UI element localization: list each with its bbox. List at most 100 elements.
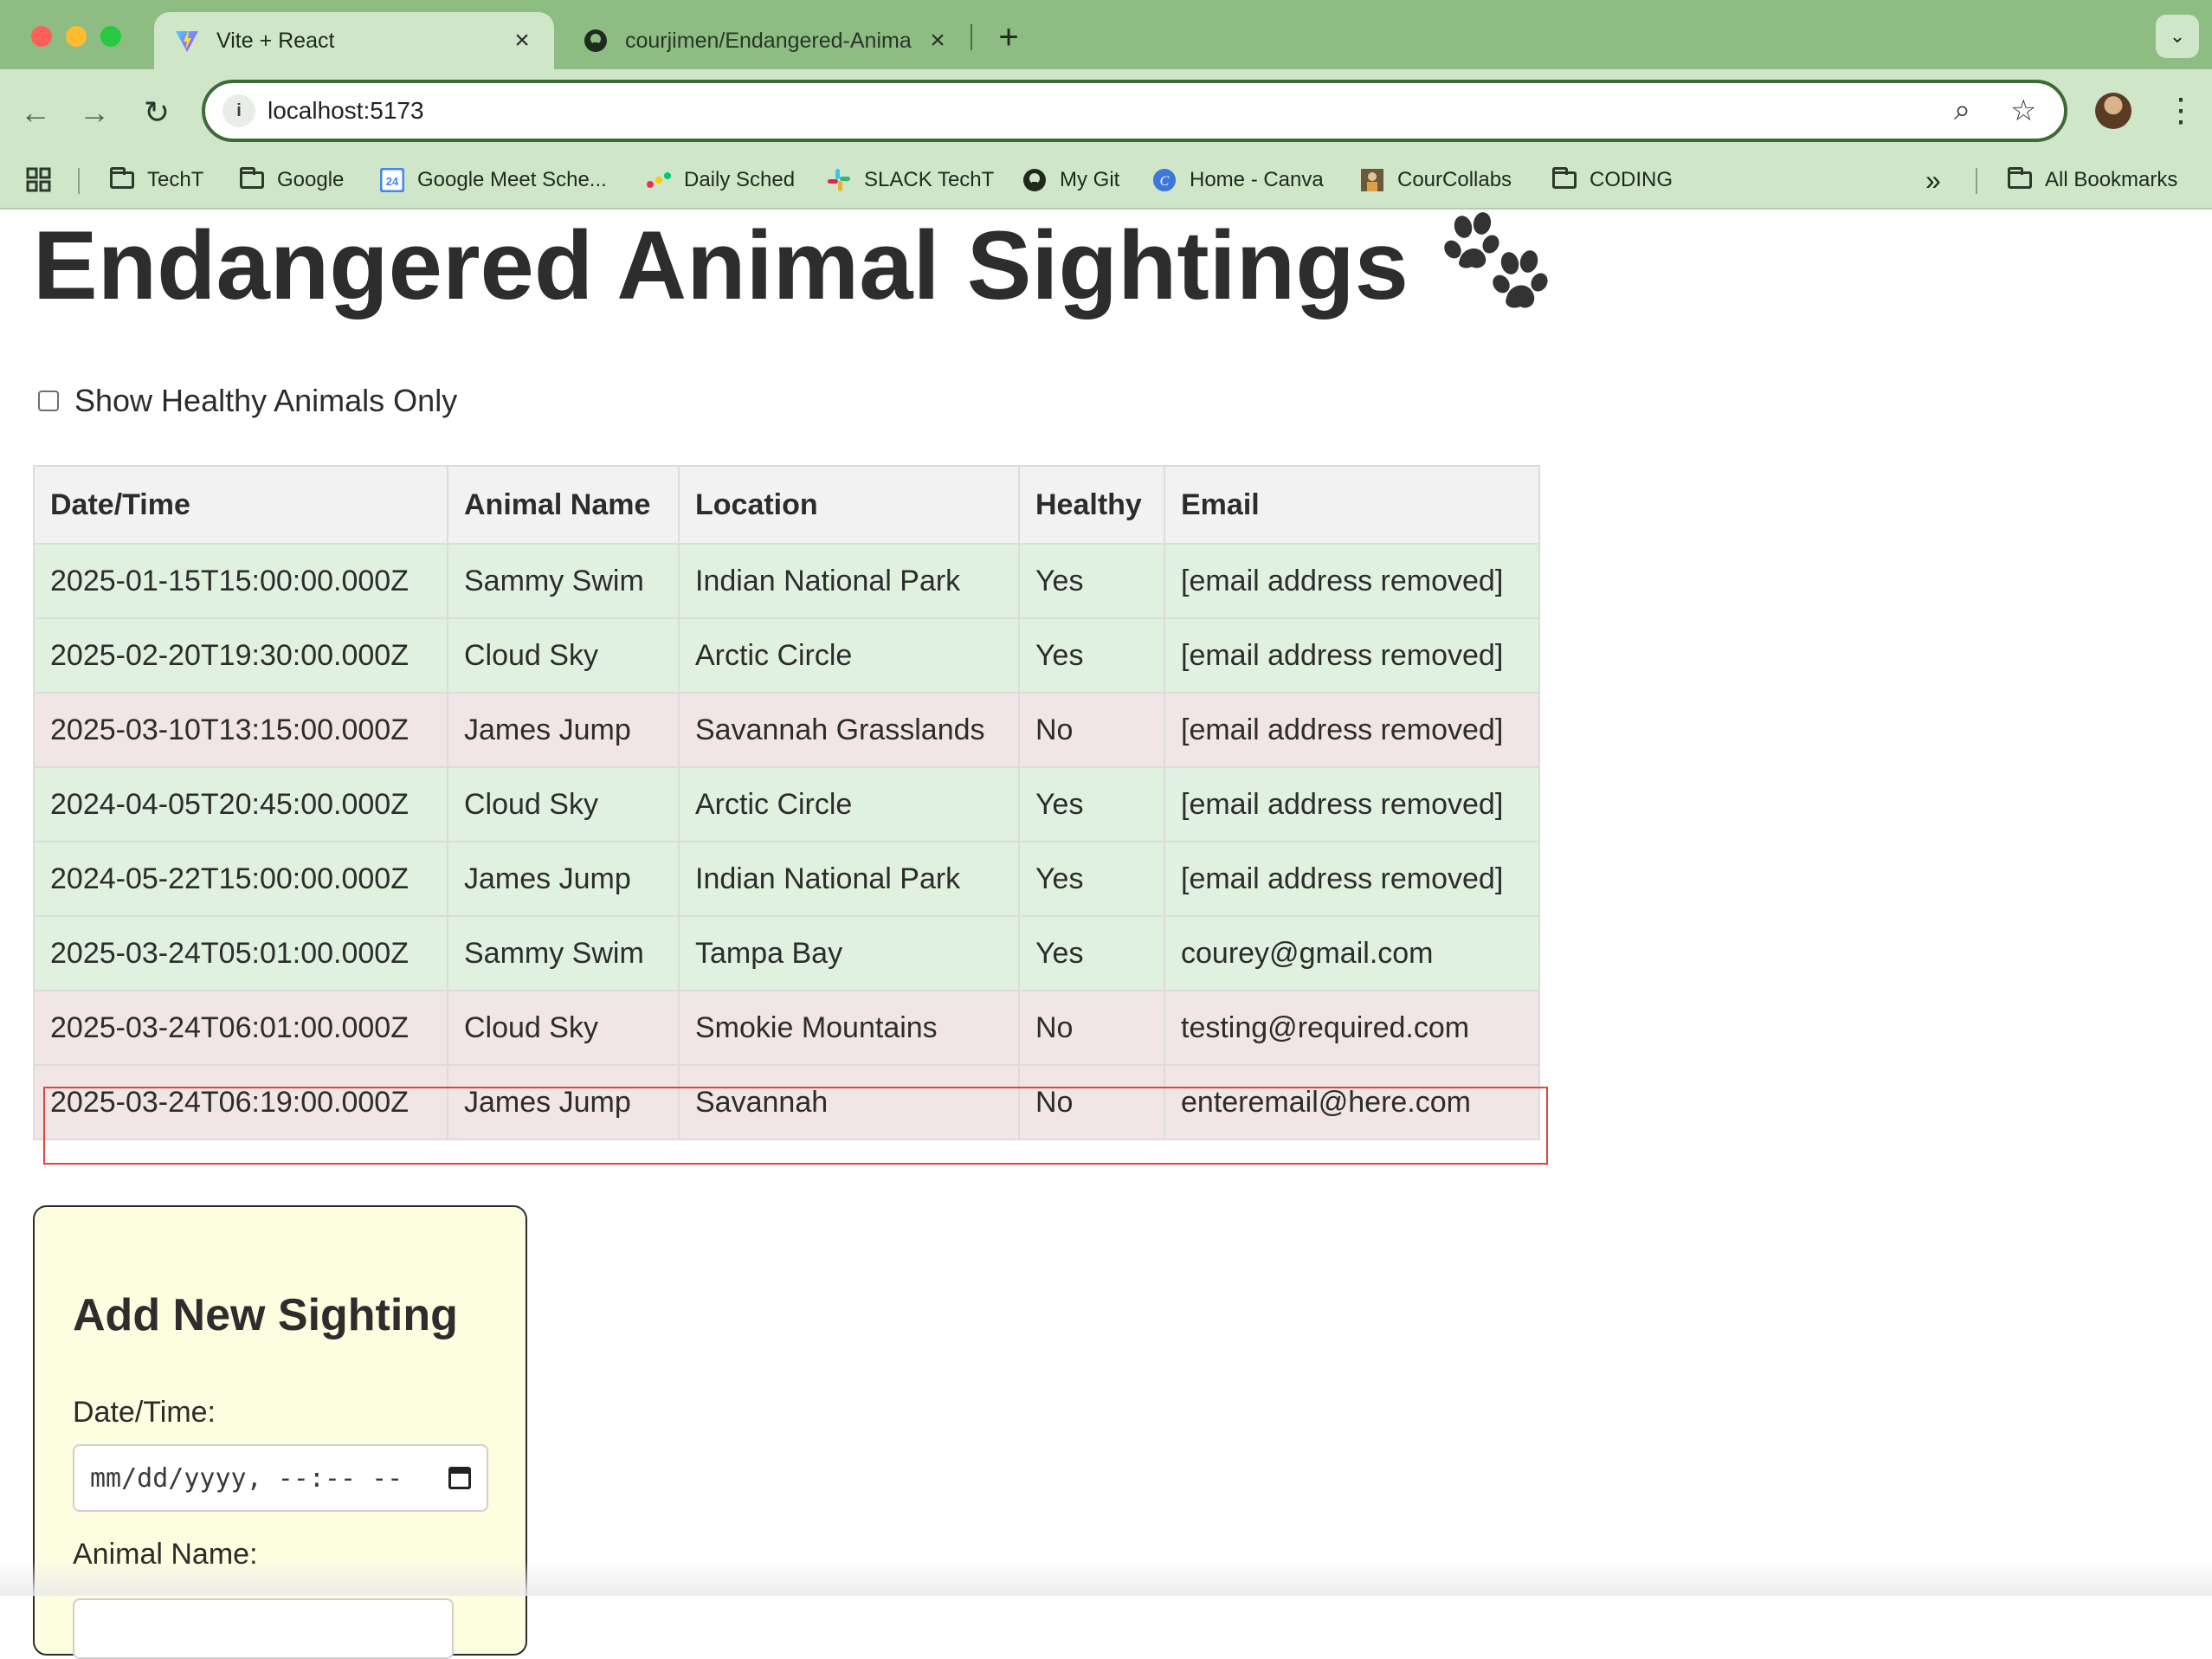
- datetime-placeholder: mm/dd/yyyy, --:-- --: [90, 1462, 403, 1494]
- cell-healthy: Yes: [1018, 915, 1165, 991]
- tab-vite-react[interactable]: Vite + React ×: [154, 12, 554, 69]
- cell-animal-name: James Jump: [447, 692, 680, 768]
- cell-location: Arctic Circle: [678, 617, 1020, 694]
- cell-datetime: 2025-03-10T13:15:00.000Z: [33, 692, 448, 768]
- cell-animal-name: Cloud Sky: [447, 617, 680, 694]
- canva-icon: C: [1151, 167, 1177, 193]
- cell-location: Smokie Mountains: [678, 990, 1020, 1066]
- table-row: 2024-05-22T15:00:00.000Z James Jump Indi…: [33, 841, 1540, 917]
- address-bar[interactable]: i localhost:5173 ⌕ ☆: [202, 80, 2067, 142]
- all-bookmarks-label: All Bookmarks: [2045, 168, 2178, 191]
- cell-location: Savannah: [678, 1064, 1020, 1140]
- cell-healthy: No: [1018, 1064, 1165, 1140]
- all-bookmarks-button[interactable]: All Bookmarks: [2007, 152, 2177, 208]
- folder-icon: [2007, 167, 2033, 193]
- profile-icon: [1359, 167, 1385, 193]
- tab-title: Vite + React: [216, 28, 335, 53]
- cell-datetime: 2025-03-24T05:01:00.000Z: [33, 915, 448, 991]
- bookmark-label: Home - Canva: [1190, 168, 1324, 191]
- window-minimize-button[interactable]: [66, 26, 87, 47]
- cell-animal-name: Cloud Sky: [447, 766, 680, 842]
- cell-healthy: No: [1018, 990, 1165, 1066]
- tab-search-button[interactable]: ⌄: [2156, 15, 2199, 58]
- window-close-button[interactable]: [31, 26, 52, 47]
- url-text[interactable]: localhost:5173: [268, 97, 424, 125]
- tab-github-repo[interactable]: courjimen/Endangered-Anima ×: [563, 12, 970, 69]
- svg-text:24: 24: [386, 175, 399, 188]
- bookmark-techt[interactable]: TechT: [109, 152, 203, 208]
- calendar-icon: 24: [379, 167, 405, 193]
- bookmark-google-meet[interactable]: 24 Google Meet Sche...: [379, 152, 607, 208]
- table-row: 2025-03-24T06:19:00.000Z James Jump Sava…: [33, 1064, 1540, 1140]
- tab-close-icon[interactable]: ×: [509, 26, 535, 55]
- monday-icon: [646, 167, 672, 193]
- column-header-healthy: Healthy: [1018, 465, 1165, 545]
- bookmark-courcollabs[interactable]: CourCollabs: [1359, 152, 1512, 208]
- cell-datetime: 2025-03-24T06:19:00.000Z: [33, 1064, 448, 1140]
- forward-button[interactable]: →: [73, 91, 116, 134]
- cell-animal-name: Sammy Swim: [447, 543, 680, 619]
- folder-icon: [239, 167, 265, 193]
- zoom-icon[interactable]: ⌕: [1954, 94, 1970, 127]
- cell-email: [email address removed]: [1164, 692, 1540, 768]
- tab-title: courjimen/Endangered-Anima: [625, 28, 912, 53]
- profile-avatar[interactable]: [2095, 93, 2131, 129]
- tab-separator: [971, 24, 972, 50]
- bookmark-coding[interactable]: CODING: [1551, 152, 1673, 208]
- cell-datetime: 2025-02-20T19:30:00.000Z: [33, 617, 448, 694]
- cell-healthy: Yes: [1018, 766, 1165, 842]
- bookmark-slack-techt[interactable]: SLACK TechT: [826, 152, 994, 208]
- vite-icon: [173, 27, 201, 55]
- cell-healthy: Yes: [1018, 543, 1165, 619]
- healthy-filter-label: Show Healthy Animals Only: [74, 383, 458, 418]
- apps-grid-icon[interactable]: [26, 152, 52, 208]
- browser-menu-icon[interactable]: ⋮: [2164, 87, 2197, 135]
- sightings-table: Date/Time Animal Name Location Healthy E…: [33, 465, 1540, 1140]
- table-row: 2025-03-24T05:01:00.000Z Sammy Swim Tamp…: [33, 915, 1540, 991]
- bookmark-daily-sched[interactable]: Daily Sched: [646, 152, 795, 208]
- cell-location: Arctic Circle: [678, 766, 1020, 842]
- cell-animal-name: James Jump: [447, 841, 680, 917]
- calendar-icon[interactable]: [448, 1467, 471, 1489]
- folder-icon: [109, 167, 135, 193]
- bookmark-label: Google Meet Sche...: [417, 168, 607, 191]
- new-tab-button[interactable]: +: [987, 16, 1030, 59]
- healthy-filter-checkbox[interactable]: [38, 391, 59, 411]
- site-info-icon[interactable]: i: [222, 94, 255, 127]
- cell-healthy: Yes: [1018, 617, 1165, 694]
- cell-animal-name: Sammy Swim: [447, 915, 680, 991]
- cell-email: [email address removed]: [1164, 543, 1540, 619]
- cell-location: Tampa Bay: [678, 915, 1020, 991]
- cell-email: [email address removed]: [1164, 617, 1540, 694]
- bookmark-google[interactable]: Google: [239, 152, 344, 208]
- column-header-animal-name: Animal Name: [447, 465, 680, 545]
- table-row: 2025-01-15T15:00:00.000Z Sammy Swim Indi…: [33, 543, 1540, 619]
- bookmark-my-git[interactable]: My Git: [1022, 152, 1119, 208]
- window-maximize-button[interactable]: [100, 26, 121, 47]
- animal-name-input[interactable]: [73, 1598, 454, 1659]
- page-title: Endangered Animal Sightings: [33, 211, 1409, 320]
- table-row: 2025-02-20T19:30:00.000Z Cloud Sky Arcti…: [33, 617, 1540, 694]
- bookmark-label: My Git: [1060, 168, 1120, 191]
- cell-email: [email address removed]: [1164, 841, 1540, 917]
- scroll-shadow: [0, 1560, 2212, 1596]
- back-button[interactable]: ←: [14, 91, 57, 134]
- bookmarks-bar: TechT Google 24 Google Meet Sche... Dail…: [0, 152, 2212, 208]
- bookmark-home-canva[interactable]: C Home - Canva: [1151, 152, 1324, 208]
- reload-button[interactable]: ↻: [135, 91, 178, 134]
- healthy-filter[interactable]: Show Healthy Animals Only: [38, 383, 457, 419]
- cell-healthy: No: [1018, 692, 1165, 768]
- cell-email: testing@required.com: [1164, 990, 1540, 1066]
- more-bookmarks-icon[interactable]: »: [1925, 152, 1941, 208]
- datetime-input[interactable]: mm/dd/yyyy, --:-- --: [73, 1444, 488, 1512]
- tab-strip: Vite + React × courjimen/Endangered-Anim…: [0, 0, 2212, 69]
- cell-datetime: 2024-05-22T15:00:00.000Z: [33, 841, 448, 917]
- page-content: Endangered Animal Sightings Show Healthy…: [0, 210, 2212, 1659]
- column-header-location: Location: [678, 465, 1020, 545]
- bookmark-star-icon[interactable]: ☆: [2010, 94, 2036, 128]
- slack-icon: [826, 167, 852, 193]
- tab-close-icon[interactable]: ×: [925, 26, 951, 55]
- column-header-email: Email: [1164, 465, 1540, 545]
- bookmark-label: CourCollabs: [1397, 168, 1512, 191]
- bookmark-label: Google: [277, 168, 345, 191]
